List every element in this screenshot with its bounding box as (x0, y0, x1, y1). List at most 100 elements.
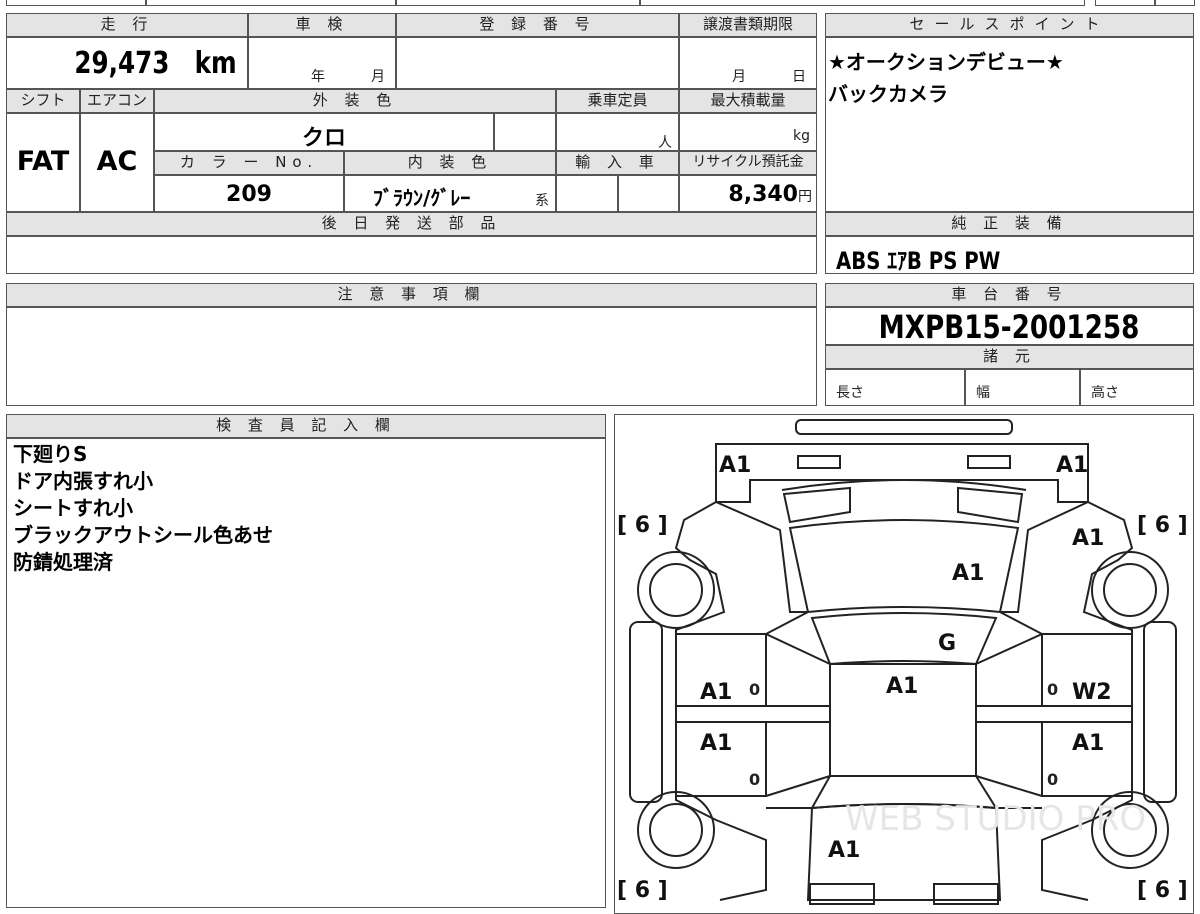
left-rocker (629, 621, 663, 803)
windshield (810, 612, 998, 666)
transfer-month-label: 月 (732, 69, 746, 85)
right-headlight (967, 455, 1011, 469)
damage-diagram-panel: WEB STUDIO PRO A1 A1 A1 A1 G A1 A1 W2 A1… (614, 414, 1194, 914)
mileage-header: 走 行 (6, 13, 248, 37)
import-header: 輸 入 車 (556, 151, 679, 175)
top-cell-fragment (396, 0, 640, 6)
inspector-line: ドア内張すれ小 (13, 469, 153, 493)
car-diagram: WEB STUDIO PRO A1 A1 A1 A1 G A1 A1 W2 A1… (617, 419, 1188, 905)
inspection-cell: 年 月 (248, 37, 396, 89)
front-bumper (795, 419, 1013, 435)
transfer-day-label: 日 (792, 69, 806, 85)
mark-right-front-door: W2 (1072, 680, 1112, 705)
ac-header: エアコン (80, 89, 154, 113)
ac-cell: AC (80, 113, 154, 212)
mileage-value: 29,473 km (73, 46, 237, 81)
mark-tire-front-right: [ 6 ] (1137, 513, 1188, 538)
spec-height-cell: 高さ (1080, 369, 1194, 406)
mark-right-rear-door: A1 (1072, 731, 1104, 756)
mark-front-right-corner: A1 (1056, 453, 1088, 478)
notes-header: 注 意 事 項 欄 (6, 283, 817, 307)
right-rocker (1143, 621, 1177, 803)
shift-value: FAT (16, 146, 70, 177)
front-panel (715, 443, 1089, 503)
inspector-line: 下廻りS (13, 442, 88, 466)
spec-width-cell: 幅 (965, 369, 1080, 406)
capacity-cell: 人 (556, 113, 679, 151)
shift-cell: FAT (6, 113, 80, 212)
recycle-deposit-header: リサイクル預託金 (679, 151, 817, 175)
exterior-color-value: クロ (301, 126, 346, 151)
interior-color-suffix: 系 (535, 193, 549, 209)
registration-header: 登 録 番 号 (396, 13, 679, 37)
zero-mark: 0 (749, 680, 760, 699)
inspection-month-label: 月 (371, 69, 385, 85)
spec-length-label: 長さ (836, 385, 864, 401)
chassis-number-header: 車 台 番 号 (825, 283, 1194, 307)
color-number-cell: 209 (154, 175, 344, 212)
interior-color-cell: ﾌﾞﾗｳﾝ/ｸﾞﾚｰ 系 (344, 175, 556, 212)
top-cell-fragment (1095, 0, 1155, 6)
watermark: WEB STUDIO PRO (845, 799, 1146, 839)
spec-length-cell: 長さ (825, 369, 965, 406)
sales-point-line-2: バックカメラ (828, 82, 948, 106)
mark-hood: A1 (952, 561, 984, 586)
max-load-header: 最大積載量 (679, 89, 817, 113)
inspector-line: ブラックアウトシール色あせ (13, 523, 273, 547)
import-cell-a (556, 175, 618, 212)
mark-rear-glass: A1 (828, 838, 860, 863)
exterior-color-cell: クロ (154, 113, 494, 151)
interior-color-header: 内 装 色 (344, 151, 556, 175)
equipment-cell: ABS ｴｱB PS PW (825, 236, 1194, 275)
mark-front-left-corner: A1 (719, 453, 751, 478)
sales-point-line-1: ★オークションデビュー★ (828, 50, 1064, 74)
later-parts-header: 後 日 発 送 部 品 (6, 212, 817, 236)
transfer-deadline-header: 譲渡書類期限 (679, 13, 817, 37)
mark-tire-rear-left: [ 6 ] (617, 878, 668, 903)
specs-header: 諸 元 (825, 345, 1194, 369)
top-cell-fragment (6, 0, 146, 6)
inspector-header: 検 査 員 記 入 欄 (6, 414, 606, 438)
mark-roof: A1 (886, 674, 918, 699)
ac-value: AC (96, 146, 138, 177)
later-parts-cell (6, 236, 817, 274)
zero-mark: 0 (749, 770, 760, 789)
color-number-value: 209 (226, 182, 272, 207)
spec-height-label: 高さ (1091, 385, 1119, 401)
inspection-year-label: 年 (311, 69, 325, 85)
exterior-extra-cell (494, 113, 556, 151)
spec-width-label: 幅 (976, 385, 990, 401)
mark-windshield: G (938, 631, 956, 656)
max-load-unit: kg (793, 128, 810, 144)
equipment-value: ABS ｴｱB PS PW (836, 247, 1001, 275)
transfer-deadline-cell: 月 日 (679, 37, 817, 89)
recycle-deposit-cell: 8,340円 (679, 175, 817, 212)
chassis-number-cell: MXPB15-2001258 (825, 307, 1194, 346)
mark-left-front-door: A1 (700, 680, 732, 705)
shift-header: シフト (6, 89, 80, 113)
capacity-header: 乗車定員 (556, 89, 679, 113)
capacity-unit: 人 (658, 135, 672, 151)
mark-left-rear-door: A1 (700, 731, 732, 756)
inspection-header: 車 検 (248, 13, 396, 37)
chassis-number-value: MXPB15-2001258 (879, 308, 1140, 346)
interior-color-value: ﾌﾞﾗｳﾝ/ｸﾞﾚｰ (373, 186, 471, 210)
top-cell-fragment (640, 0, 1085, 6)
recycle-deposit-value: 8,340円 (728, 182, 812, 207)
import-cell-b (618, 175, 679, 212)
mileage-cell: 29,473 km (6, 37, 248, 89)
sales-point-cell: ★オークションデビュー★ バックカメラ (825, 37, 1194, 212)
sales-point-header: セールスポイント (825, 13, 1194, 37)
registration-cell (396, 37, 679, 89)
inspector-line: 防錆処理済 (13, 550, 113, 574)
notes-cell (6, 307, 817, 406)
top-cell-fragment (1155, 0, 1195, 6)
mark-right-fender: A1 (1072, 526, 1104, 551)
max-load-cell: kg (679, 113, 817, 151)
zero-mark: 0 (1047, 770, 1058, 789)
top-cell-fragment (146, 0, 396, 6)
inspector-line: シートすれ小 (13, 496, 133, 520)
left-headlight (797, 455, 841, 469)
inspector-remarks-cell: 下廻りS ドア内張すれ小 シートすれ小 ブラックアウトシール色あせ 防錆処理済 (6, 438, 606, 908)
mark-tire-front-left: [ 6 ] (617, 513, 668, 538)
